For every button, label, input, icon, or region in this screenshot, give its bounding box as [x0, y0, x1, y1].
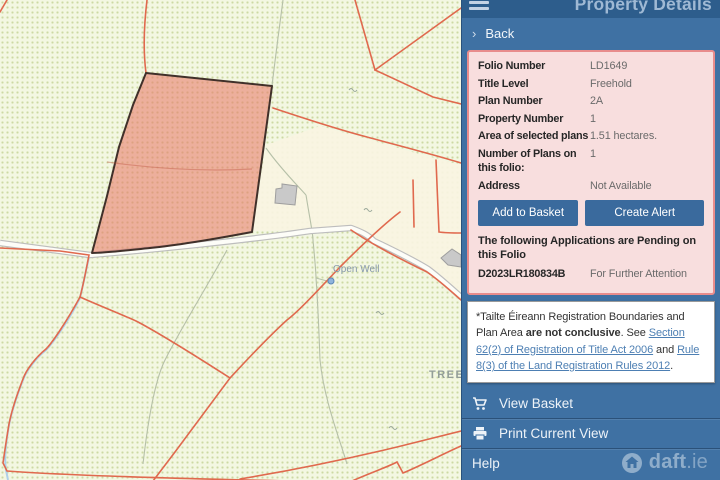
well-marker-icon	[328, 278, 334, 284]
detail-label: Title Level	[478, 77, 590, 92]
detail-value: Freehold	[590, 77, 632, 92]
townland-label: TREE	[429, 369, 461, 381]
disclaimer-text: . See	[621, 327, 649, 339]
menu-icon[interactable]	[469, 0, 489, 13]
pending-application-status: For Further Attention	[590, 267, 687, 282]
disclaimer-text: and	[653, 344, 677, 356]
detail-value: 1	[590, 112, 596, 127]
detail-label: Plan Number	[478, 94, 590, 109]
detail-value: 1	[590, 147, 596, 176]
detail-row-property-number: Property Number 1	[478, 112, 704, 127]
detail-label: Address	[478, 179, 590, 194]
back-label: Back	[485, 26, 514, 41]
detail-row-area: Area of selected plans 1.51 hectares.	[478, 129, 704, 144]
pending-application-row: D2023LR180834B For Further Attention	[478, 267, 704, 282]
daft-house-logo-icon	[621, 452, 643, 474]
stream	[5, 257, 89, 480]
detail-row-folio-number: Folio Number LD1649	[478, 59, 704, 74]
detail-label: Area of selected plans	[478, 129, 590, 144]
printer-icon	[472, 426, 489, 441]
folio-details-box: Folio Number LD1649 Title Level Freehold…	[467, 50, 715, 295]
detail-value: 1.51 hectares.	[590, 129, 657, 144]
watermark-ie: .ie	[686, 451, 708, 473]
chevron-right-icon: ›	[472, 26, 476, 41]
back-button[interactable]: › Back	[462, 18, 720, 48]
print-current-view-button[interactable]: Print Current View	[462, 419, 720, 449]
detail-row-plan-number: Plan Number 2A	[478, 94, 704, 109]
view-basket-button[interactable]: View Basket	[462, 389, 720, 419]
view-basket-label: View Basket	[499, 396, 573, 411]
detail-value: 2A	[590, 94, 603, 109]
detail-label: Folio Number	[478, 59, 590, 74]
pending-application-ref: D2023LR180834B	[478, 267, 590, 282]
panel-header: Property Details	[462, 0, 720, 18]
property-details-panel: Property Details › Back Folio Number LD16…	[461, 0, 720, 480]
detail-label: Property Number	[478, 112, 590, 127]
print-current-view-label: Print Current View	[499, 426, 608, 441]
detail-value: Not Available	[590, 179, 652, 194]
detail-row-title-level: Title Level Freehold	[478, 77, 704, 92]
selected-folio-parcel[interactable]	[92, 73, 272, 253]
detail-label: Number of Plans on this folio:	[478, 147, 590, 176]
detail-row-address: Address Not Available	[478, 179, 704, 194]
daft-watermark: daft.ie	[621, 451, 708, 474]
basket-icon	[472, 396, 489, 411]
pending-applications-heading: The following Applications are Pending o…	[478, 234, 704, 263]
disclaimer-bold-text: are not conclusive	[526, 327, 621, 339]
help-label: Help	[472, 456, 500, 471]
detail-value: LD1649	[590, 59, 627, 74]
disclaimer-text: .	[670, 360, 673, 372]
detail-row-plan-count: Number of Plans on this folio: 1	[478, 147, 704, 176]
create-alert-button[interactable]: Create Alert	[585, 200, 704, 226]
panel-title: Property Details	[575, 0, 712, 15]
watermark-daft: daft	[649, 451, 686, 473]
boundaries-disclaimer: *Tailte Éireann Registration Boundaries …	[467, 301, 715, 383]
add-to-basket-button[interactable]: Add to Basket	[478, 200, 578, 226]
land-registry-map[interactable]: Open Well TREE	[0, 0, 461, 480]
open-well-label: Open Well	[333, 264, 380, 275]
map-canvas: Open Well TREE	[0, 0, 461, 480]
